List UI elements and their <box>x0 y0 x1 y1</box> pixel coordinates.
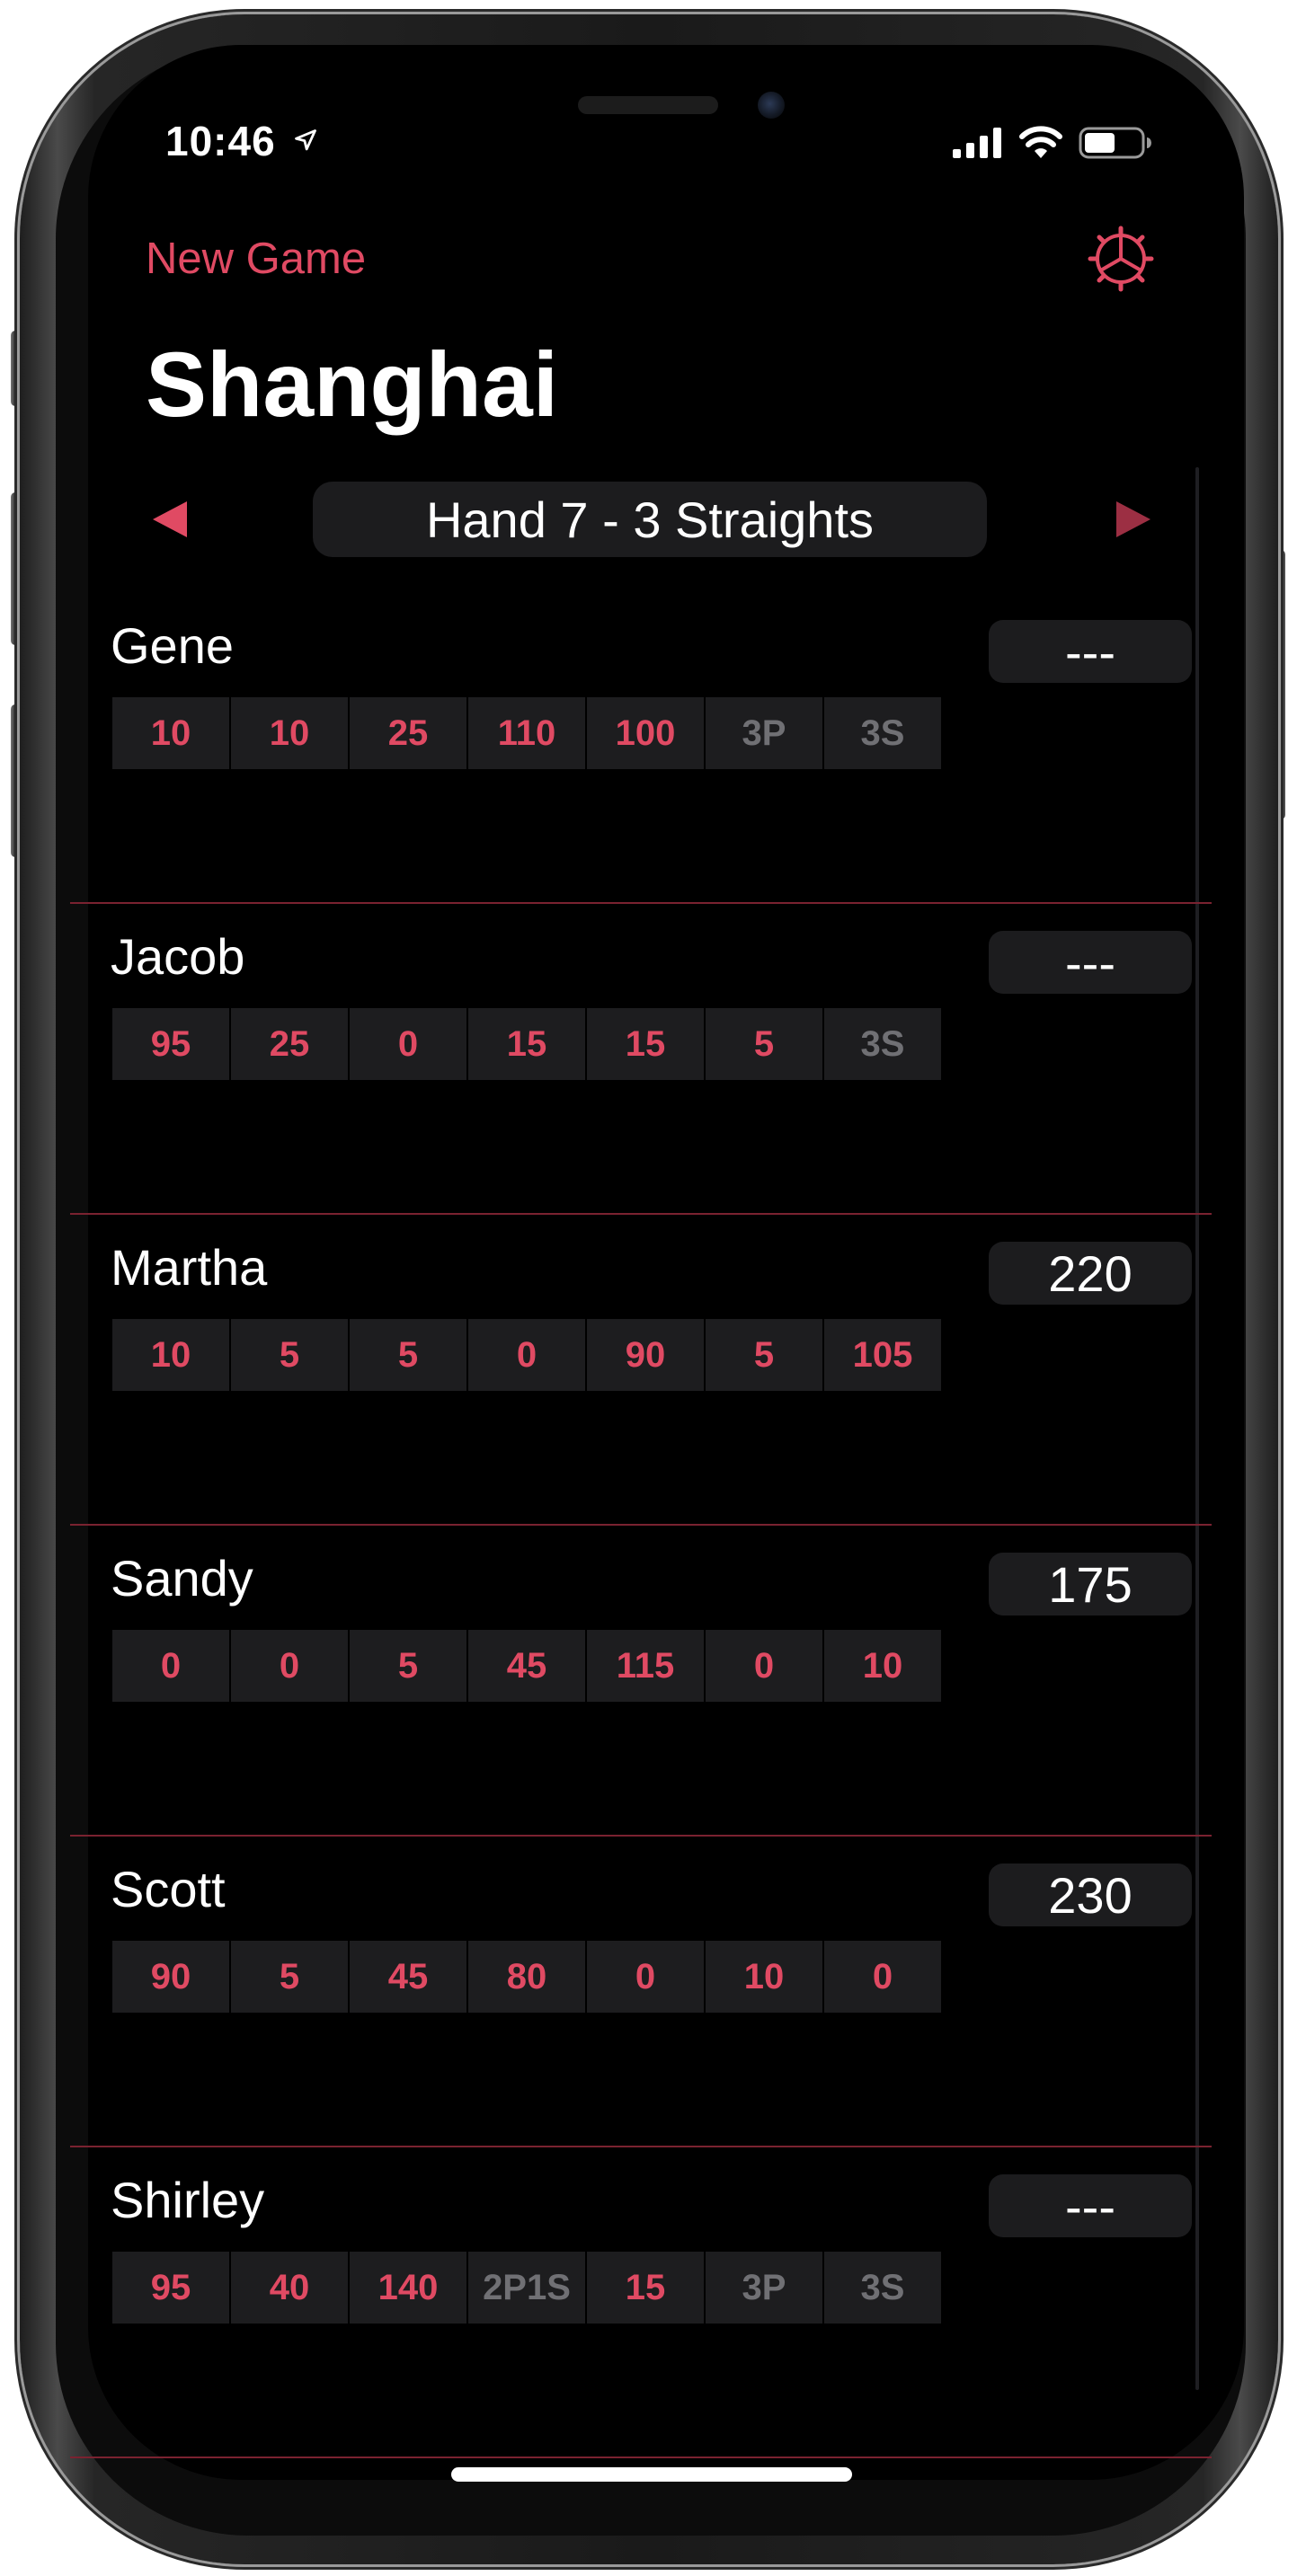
score-cells: 95 25 0 15 15 5 3S <box>112 1008 941 1080</box>
score-cell[interactable]: 45 <box>350 1941 466 2013</box>
score-cell[interactable]: 3P <box>706 2252 822 2324</box>
score-cell[interactable]: 0 <box>706 1630 822 1702</box>
score-cells: 10 10 25 110 100 3P 3S <box>112 697 941 769</box>
player-row[interactable]: Shirley --- 95 40 140 2P1S 15 3P 3S <box>70 2147 1226 2458</box>
player-row[interactable]: Scott 230 90 5 45 80 0 10 0 <box>70 1837 1226 2147</box>
new-game-button[interactable]: New Game <box>146 234 366 284</box>
player-total[interactable]: 230 <box>989 1863 1192 1926</box>
score-cell[interactable]: 10 <box>231 697 348 769</box>
location-arrow-icon <box>295 129 316 151</box>
score-cell[interactable]: 5 <box>231 1319 348 1391</box>
front-camera <box>758 92 785 119</box>
score-cell[interactable]: 45 <box>468 1630 585 1702</box>
status-time: 10:46 <box>165 118 276 164</box>
player-row[interactable]: Jacob --- 95 25 0 15 15 5 3S <box>70 904 1226 1215</box>
score-cell[interactable]: 3S <box>824 2252 941 2324</box>
score-cell[interactable]: 2P1S <box>468 2252 585 2324</box>
score-cell[interactable]: 3S <box>824 697 941 769</box>
player-name: Jacob <box>111 928 245 985</box>
player-row[interactable]: Gene --- 10 10 25 110 100 3P 3S <box>70 593 1226 904</box>
player-row[interactable]: Martha 220 10 5 5 0 90 5 105 <box>70 1215 1226 1526</box>
score-cell[interactable]: 15 <box>468 1008 585 1080</box>
score-cell[interactable]: 5 <box>231 1941 348 2013</box>
triangle-right-icon[interactable] <box>1111 491 1156 548</box>
player-name: Gene <box>111 617 234 674</box>
player-row[interactable]: Sandy 175 0 0 5 45 115 0 10 <box>70 1526 1226 1837</box>
player-name: Martha <box>111 1239 268 1296</box>
gear-icon[interactable] <box>1087 225 1155 293</box>
score-cells: 90 5 45 80 0 10 0 <box>112 1941 941 2013</box>
score-cells: 10 5 5 0 90 5 105 <box>112 1319 941 1391</box>
player-total[interactable]: 175 <box>989 1553 1192 1616</box>
score-cell[interactable]: 10 <box>706 1941 822 2013</box>
earpiece-speaker <box>578 96 718 114</box>
player-list: Gene --- 10 10 25 110 100 3P 3S Jacob --… <box>70 593 1226 2458</box>
score-cell[interactable]: 90 <box>587 1319 704 1391</box>
score-cell[interactable]: 0 <box>587 1941 704 2013</box>
player-total[interactable]: --- <box>989 2174 1192 2237</box>
battery-icon <box>1079 127 1151 159</box>
player-total[interactable]: --- <box>989 931 1192 994</box>
score-cell[interactable]: 90 <box>112 1941 229 2013</box>
score-cell[interactable]: 15 <box>587 2252 704 2324</box>
score-cell[interactable]: 5 <box>350 1319 466 1391</box>
wifi-icon <box>1019 126 1062 158</box>
score-cell[interactable]: 25 <box>231 1008 348 1080</box>
score-cell[interactable]: 3P <box>706 697 822 769</box>
score-cell[interactable]: 140 <box>350 2252 466 2324</box>
score-cell[interactable]: 25 <box>350 697 466 769</box>
score-cell[interactable]: 10 <box>112 1319 229 1391</box>
score-cell[interactable]: 10 <box>824 1630 941 1702</box>
score-cell[interactable]: 80 <box>468 1941 585 2013</box>
score-cell[interactable]: 100 <box>587 697 704 769</box>
player-name: Sandy <box>111 1550 253 1607</box>
score-cell[interactable]: 40 <box>231 2252 348 2324</box>
hand-selector[interactable]: Hand 7 - 3 Straights <box>313 482 987 557</box>
cellular-signal-icon <box>953 128 1001 158</box>
score-cell[interactable]: 0 <box>468 1319 585 1391</box>
score-cells: 95 40 140 2P1S 15 3P 3S <box>112 2252 941 2324</box>
score-cell[interactable]: 5 <box>706 1319 822 1391</box>
score-cell[interactable]: 5 <box>350 1630 466 1702</box>
player-name: Scott <box>111 1861 226 1917</box>
score-cell[interactable]: 0 <box>112 1630 229 1702</box>
score-cell[interactable]: 95 <box>112 2252 229 2324</box>
home-indicator[interactable] <box>451 2467 852 2482</box>
score-cell[interactable]: 95 <box>112 1008 229 1080</box>
screen-layer: 10:46 New Game Shanghai Hand 7 - 3 Strai… <box>0 0 1297 2576</box>
page-title: Shanghai <box>146 333 559 436</box>
player-name: Shirley <box>111 2172 265 2228</box>
player-total[interactable]: --- <box>989 620 1192 683</box>
score-cell[interactable]: 0 <box>350 1008 466 1080</box>
row-divider <box>70 2456 1212 2458</box>
score-cell[interactable]: 110 <box>468 697 585 769</box>
score-cell[interactable]: 5 <box>706 1008 822 1080</box>
score-cells: 0 0 5 45 115 0 10 <box>112 1630 941 1702</box>
score-cell[interactable]: 3S <box>824 1008 941 1080</box>
score-cell[interactable]: 115 <box>587 1630 704 1702</box>
triangle-left-icon[interactable] <box>147 491 192 548</box>
score-cell[interactable]: 10 <box>112 697 229 769</box>
score-cell[interactable]: 0 <box>231 1630 348 1702</box>
player-total[interactable]: 220 <box>989 1242 1192 1305</box>
score-cell[interactable]: 0 <box>824 1941 941 2013</box>
score-cell[interactable]: 105 <box>824 1319 941 1391</box>
score-cell[interactable]: 15 <box>587 1008 704 1080</box>
